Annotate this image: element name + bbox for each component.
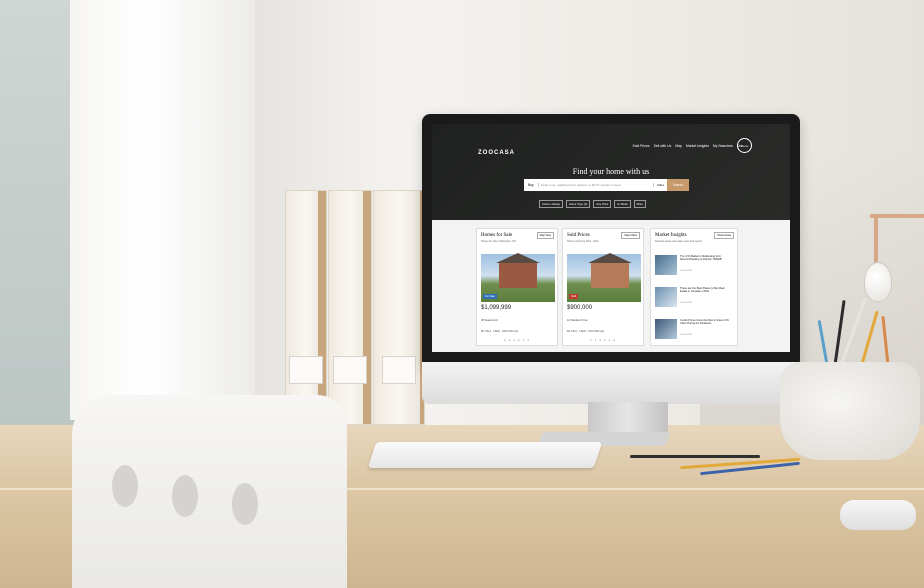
nav-sell[interactable]: Sell with Us [654,144,672,148]
chair [72,395,347,588]
filter-beds[interactable]: 0+ Beds [614,200,631,208]
listing-price: $1,099,999 [481,305,512,311]
listing-photo[interactable]: Sold [567,253,641,302]
card-title: Market Insights [655,233,687,238]
article-thumbnail [655,319,677,339]
card-subtitle: Homes sold from 2021 - 2022 [567,240,599,243]
filter-row: Active Listings Home Type (2) Any Price … [539,200,647,208]
article-title[interactable]: The GTA Market is Moderating from Record… [680,255,730,262]
pillar [70,0,260,420]
keyboard [367,442,603,468]
hero-banner: ZOOCASA Sold Prices Sell with Us Map Mar… [432,124,790,220]
card-title: Homes for Sale [481,233,513,238]
article-thumbnail [655,287,677,307]
article-item[interactable]: These are the Best Places to Buy Real Es… [655,287,731,309]
homes-for-sale-card: Homes for Sale Map View Homes for sale i… [476,228,558,346]
nav-map[interactable]: Map [675,144,682,148]
chair-hole [232,483,258,525]
mouse [840,500,916,530]
light-bulb [864,262,892,302]
main-nav: Sold Prices Sell with Us Map Market Insi… [632,144,742,148]
for-sale-badge: For Sale [483,294,497,299]
map-view-button[interactable]: Map View [536,232,554,239]
menu-button[interactable]: Menu [737,138,752,153]
search-bar: Buy Enter a city, neighbourhood, address… [524,179,689,191]
house-image [588,253,632,288]
search-input[interactable]: Enter a city, neighbourhood, address, or… [539,183,654,187]
listing-price: $900,000 [567,305,593,311]
nav-sold-prices[interactable]: Sold Prices [632,144,649,148]
monitor-chin [422,362,800,404]
carousel-dots[interactable]: ● ● ● ● ● ● [563,338,643,342]
pencil [630,455,760,458]
site-logo[interactable]: ZOOCASA [478,150,515,156]
listing-meta: Bb 4 Bed · 3 Bath · 1500-2000 sqft [567,330,604,333]
listing-photo[interactable]: For Sale [481,253,555,302]
card-subtitle: Read the latest real estate news and rep… [655,240,702,243]
card-subtitle: Homes for sale in Brampton, ON [481,240,516,243]
carousel-dots[interactable]: ● ● ● ● ● ● [477,338,557,342]
filter-more[interactable]: More [633,200,647,208]
window [0,0,80,430]
filter-listing-status[interactable]: Active Listings [539,200,563,208]
article-thumbnail [655,255,677,275]
search-button[interactable]: Search [666,179,689,191]
article-title[interactable]: These are the Best Places to Buy Real Es… [680,287,730,294]
listing-address[interactable]: 38 Seasons Dr [481,319,498,322]
house-image [496,253,540,288]
filter-price[interactable]: Any Price [593,200,612,208]
market-insights-card: Market Insights Show News Read the lates… [650,228,738,346]
monitor-screen: ZOOCASA Sold Prices Sell with Us Map Mar… [432,124,790,352]
search-mode-select[interactable]: Buy [524,183,539,187]
listing-address[interactable]: 12 Westlend Cres [567,319,588,322]
nav-market-insights[interactable]: Market Insights [686,144,709,148]
sold-badge: Sold [569,294,579,299]
article-item[interactable]: Condo Prices Grew the Most in these GTA … [655,319,731,341]
article-item[interactable]: The GTA Market is Moderating from Record… [655,255,731,277]
article-date: Jul 08, 2022 [680,270,692,272]
magazine-file [373,190,425,425]
scene: ZOOCASA Sold Prices Sell with Us Map Mar… [0,0,924,588]
magazine-file [285,190,327,425]
show-news-button[interactable]: Show News [714,232,734,239]
article-title[interactable]: Condo Prices Grew the Most in these GTA … [680,319,730,326]
magazine-file [328,190,372,425]
card-title: Sold Prices [567,233,590,238]
view-cities-button[interactable]: View Cities [621,232,640,239]
article-date: Jul 06, 2022 [680,334,692,336]
article-date: Jul 07, 2022 [680,302,692,304]
lamp-arm [870,214,924,218]
chair-hole [172,475,198,517]
cards-section: Homes for Sale Map View Homes for sale i… [432,220,790,352]
hero-title: Find your home with us [572,167,650,176]
chair-hole [112,465,138,507]
sold-prices-card: Sold Prices View Cities Homes sold from … [562,228,644,346]
pencil-holder [780,362,920,460]
filter-button[interactable]: Filter [653,183,667,187]
filter-home-type[interactable]: Home Type (2) [565,200,591,208]
nav-my-searches[interactable]: My Searches [713,144,733,148]
listing-meta: Bb 4 Bed · 3 Bath · 2000-2500 sqft [481,330,518,333]
